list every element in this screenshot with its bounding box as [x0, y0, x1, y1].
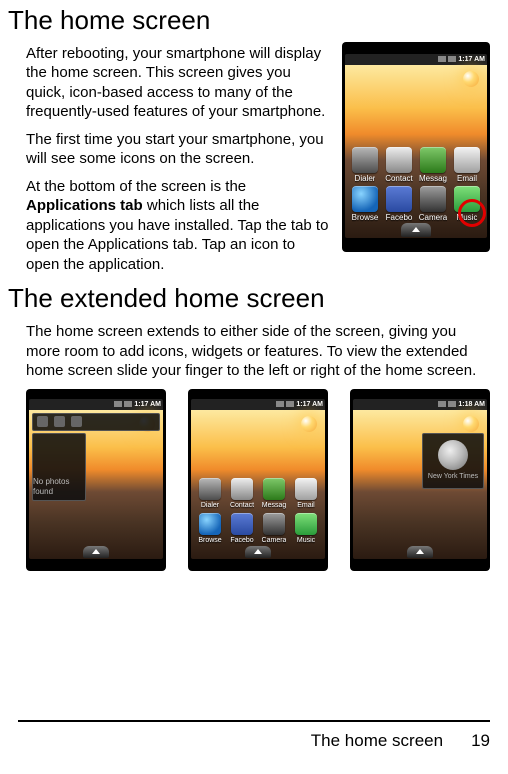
hero-phone-mockup: 1:17 AM Dialer Contact Messag Email Brow… — [342, 42, 490, 252]
photo-widget-label: No photos found — [33, 477, 85, 498]
app-messaging: Messag — [416, 147, 450, 184]
app-facebook: Facebo — [382, 186, 416, 223]
applications-tab-icon — [407, 546, 433, 558]
app-camera: Camera — [416, 186, 450, 223]
app-browser: Browse — [348, 186, 382, 223]
heading-home-screen: The home screen — [8, 4, 490, 38]
paragraph-extended: The home screen extends to either side o… — [26, 322, 490, 381]
applications-tab-icon — [83, 546, 109, 558]
status-bar: 1:17 AM — [345, 54, 487, 65]
app-facebook: Facebo — [226, 513, 258, 545]
app-browser: Browse — [194, 513, 226, 545]
battery-icon — [286, 401, 294, 407]
signal-icon — [276, 401, 284, 407]
status-bar: 1:17 AM — [191, 399, 325, 410]
app-dialer: Dialer — [194, 478, 226, 510]
signal-icon — [114, 401, 122, 407]
news-widget: New York Times — [422, 433, 484, 489]
applications-tab-term: Applications tab — [26, 197, 143, 214]
battery-icon — [124, 401, 132, 407]
app-messaging: Messag — [258, 478, 290, 510]
page-footer: The home screen 19 — [18, 720, 490, 752]
heading-extended-home-screen: The extended home screen — [8, 282, 490, 316]
footer-page-number: 19 — [471, 730, 490, 752]
news-widget-label: New York Times — [428, 472, 478, 481]
status-time: 1:18 AM — [458, 400, 485, 409]
ext-phone-middle: 1:17 AM Dialer Contact Messag Email Brow… — [188, 389, 328, 571]
app-dialer: Dialer — [348, 147, 382, 184]
app-camera: Camera — [258, 513, 290, 545]
applications-tab-icon — [401, 223, 431, 237]
app-contacts: Contact — [226, 478, 258, 510]
widget-button-icon — [37, 416, 48, 427]
ext-phone-left: 1:17 AM No photos found — [26, 389, 166, 571]
photo-widget: No photos found — [32, 433, 86, 501]
app-grid: Dialer Contact Messag Email Browse Faceb… — [191, 478, 325, 544]
footer-rule — [18, 720, 490, 722]
app-email: Email — [290, 478, 322, 510]
media-control-widget — [32, 413, 160, 431]
signal-icon — [438, 56, 446, 62]
app-music: Music — [450, 186, 484, 223]
app-music: Music — [290, 513, 322, 545]
status-bar: 1:17 AM — [29, 399, 163, 410]
footer-title: The home screen — [311, 730, 443, 752]
widget-button-icon — [54, 416, 65, 427]
battery-icon — [448, 56, 456, 62]
app-email: Email — [450, 147, 484, 184]
extended-screens-row: 1:17 AM No photos found — [26, 389, 490, 571]
battery-icon — [448, 401, 456, 407]
app-contacts: Contact — [382, 147, 416, 184]
status-time: 1:17 AM — [296, 400, 323, 409]
moon-icon — [438, 440, 468, 470]
status-time: 1:17 AM — [134, 400, 161, 409]
app-grid: Dialer Contact Messag Email Browse Faceb… — [345, 147, 487, 224]
status-time: 1:17 AM — [458, 55, 485, 64]
status-bar: 1:18 AM — [353, 399, 487, 410]
applications-tab-icon — [245, 546, 271, 558]
widget-button-icon — [71, 416, 82, 427]
ext-phone-right: 1:18 AM New York Times — [350, 389, 490, 571]
p3-part-a: At the bottom of the screen is the — [26, 178, 246, 195]
signal-icon — [438, 401, 446, 407]
